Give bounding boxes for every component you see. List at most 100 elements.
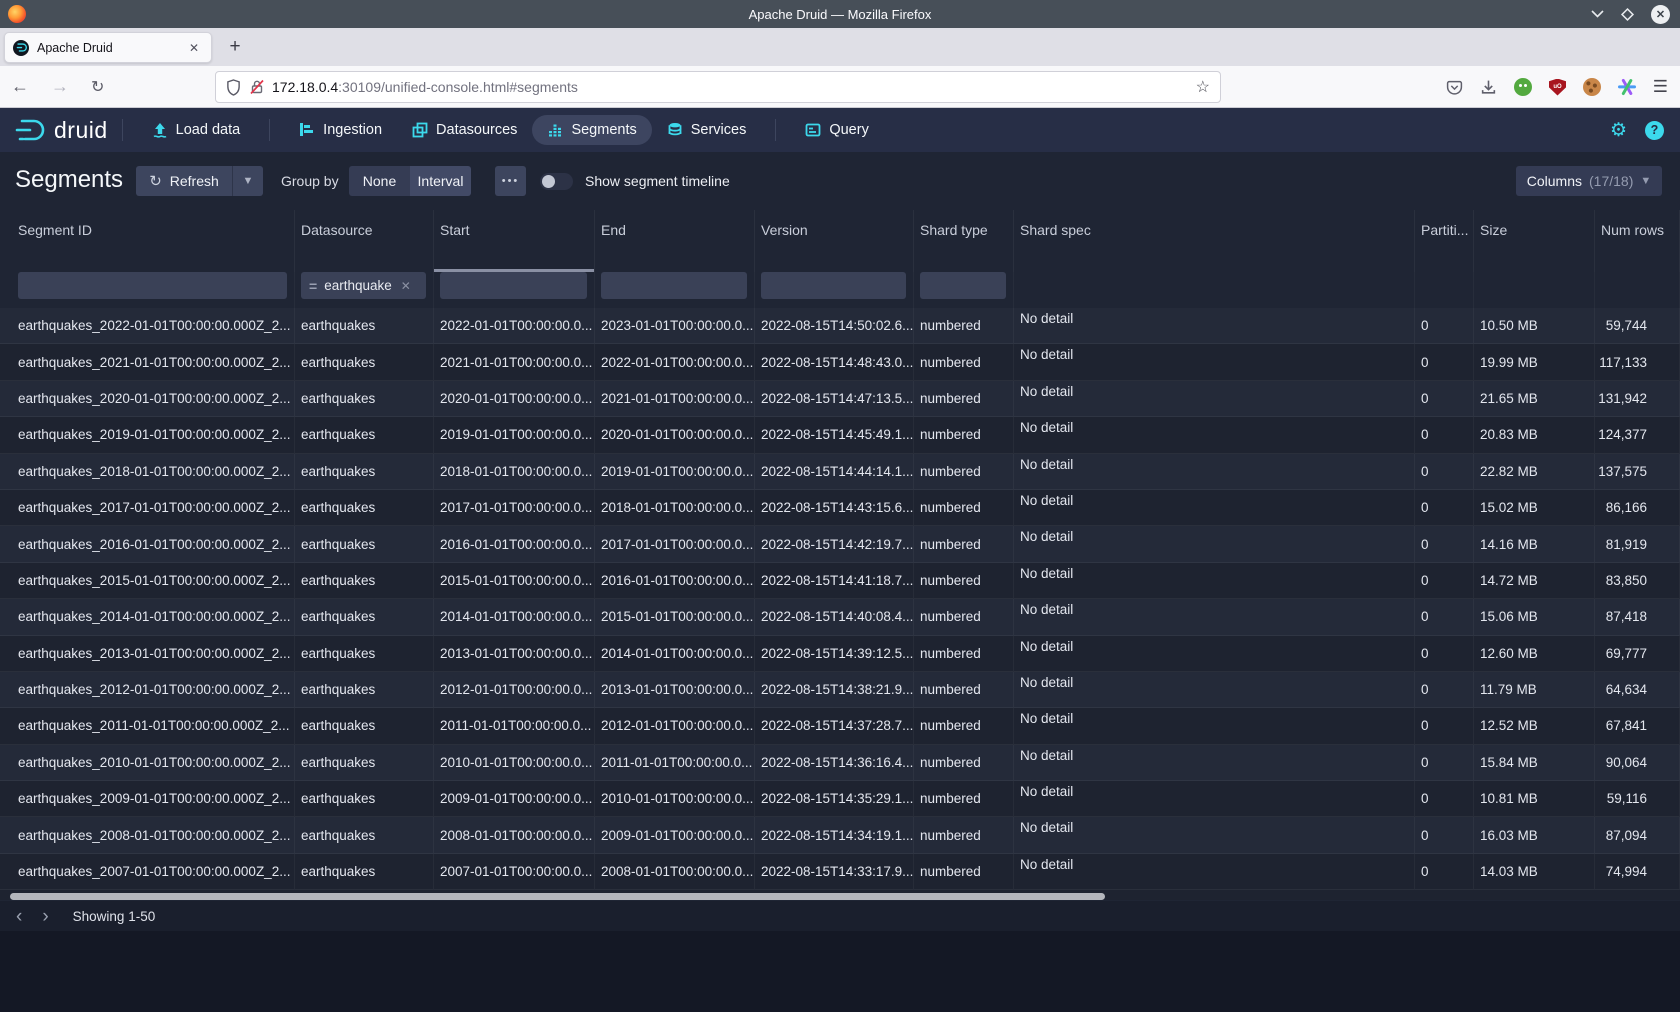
column-header-partition[interactable]: Partiti... bbox=[1415, 210, 1474, 272]
table-row[interactable]: earthquakes_2009-01-01T00:00:00.000Z_2..… bbox=[0, 781, 1680, 817]
tab-apache-druid[interactable]: Apache Druid ✕ bbox=[4, 32, 212, 63]
cell-segment-id: earthquakes_2011-01-01T00:00:00.000Z_2..… bbox=[0, 708, 295, 744]
table-row[interactable]: earthquakes_2011-01-01T00:00:00.000Z_2..… bbox=[0, 708, 1680, 744]
cell-datasource: earthquakes bbox=[295, 417, 434, 453]
nav-item-load-data[interactable]: Load data bbox=[137, 115, 256, 145]
cell-shard-spec: No detail bbox=[1014, 526, 1415, 562]
end-filter-input[interactable] bbox=[601, 272, 747, 299]
privacy-badger-icon[interactable] bbox=[1514, 78, 1532, 96]
segment-timeline-toggle[interactable] bbox=[540, 173, 573, 190]
new-tab-button[interactable]: + bbox=[220, 32, 250, 62]
table-row[interactable]: earthquakes_2007-01-01T00:00:00.000Z_2..… bbox=[0, 854, 1680, 890]
cell-shard-spec: No detail bbox=[1014, 344, 1415, 380]
cell-shard-spec: No detail bbox=[1014, 417, 1415, 453]
version-filter-input[interactable] bbox=[761, 272, 906, 299]
next-page-icon[interactable]: › bbox=[32, 907, 58, 926]
table-row[interactable]: earthquakes_2014-01-01T00:00:00.000Z_2..… bbox=[0, 599, 1680, 635]
bookmark-star-icon[interactable]: ☆ bbox=[1196, 77, 1210, 97]
cell-end: 2012-01-01T00:00:00.0... bbox=[595, 708, 755, 744]
cell-start: 2020-01-01T00:00:00.0... bbox=[434, 381, 595, 417]
back-icon[interactable]: ← bbox=[0, 76, 40, 97]
cell-shard-spec: No detail bbox=[1014, 636, 1415, 672]
refresh-caret-button[interactable]: ▼ bbox=[232, 166, 263, 196]
column-header-version[interactable]: Version bbox=[755, 210, 914, 272]
cell-size: 12.60 MB bbox=[1474, 636, 1595, 672]
browser-toolbar: ← → ↻ 172.18.0.4:30109/unified-console.h… bbox=[0, 66, 1680, 108]
nav-item-query[interactable]: Query bbox=[790, 115, 884, 145]
cell-shard-type: numbered bbox=[914, 599, 1014, 635]
shield-icon[interactable] bbox=[226, 79, 241, 96]
table-row[interactable]: earthquakes_2021-01-01T00:00:00.000Z_2..… bbox=[0, 344, 1680, 380]
table-row[interactable]: earthquakes_2016-01-01T00:00:00.000Z_2..… bbox=[0, 526, 1680, 562]
forward-icon[interactable]: → bbox=[40, 76, 80, 97]
help-icon[interactable]: ? bbox=[1645, 121, 1664, 140]
cell-shard-type: numbered bbox=[914, 708, 1014, 744]
cell-start: 2018-01-01T00:00:00.0... bbox=[434, 454, 595, 490]
columns-button[interactable]: Columns (17/18) ▼ bbox=[1516, 166, 1662, 196]
column-header-shard-type[interactable]: Shard type bbox=[914, 210, 1014, 272]
prev-page-icon[interactable]: ‹ bbox=[6, 907, 32, 926]
datasource-filter-input[interactable]: = earthquake ✕ bbox=[301, 272, 426, 299]
window-close-icon[interactable]: ✕ bbox=[1651, 5, 1670, 24]
nav-item-services[interactable]: Services bbox=[652, 115, 762, 145]
column-header-end[interactable]: End bbox=[595, 210, 755, 272]
shard-type-filter-input[interactable] bbox=[920, 272, 1006, 299]
cell-partition: 0 bbox=[1415, 636, 1474, 672]
window-maximize-icon[interactable] bbox=[1620, 7, 1635, 22]
cell-end: 2009-01-01T00:00:00.0... bbox=[595, 817, 755, 853]
refresh-button[interactable]: ↻ Refresh bbox=[136, 166, 232, 196]
table-row[interactable]: earthquakes_2013-01-01T00:00:00.000Z_2..… bbox=[0, 636, 1680, 672]
tab-strip: Apache Druid ✕ + bbox=[0, 28, 1680, 66]
multi-account-containers-icon[interactable] bbox=[1618, 78, 1636, 96]
remove-filter-icon[interactable]: ✕ bbox=[401, 279, 411, 293]
cell-segment-id: earthquakes_2009-01-01T00:00:00.000Z_2..… bbox=[0, 781, 295, 817]
table-row[interactable]: earthquakes_2020-01-01T00:00:00.000Z_2..… bbox=[0, 381, 1680, 417]
table-row[interactable]: earthquakes_2015-01-01T00:00:00.000Z_2..… bbox=[0, 563, 1680, 599]
table-row[interactable]: earthquakes_2019-01-01T00:00:00.000Z_2..… bbox=[0, 417, 1680, 453]
window-title: Apache Druid — Mozilla Firefox bbox=[0, 7, 1680, 22]
download-icon[interactable] bbox=[1480, 79, 1497, 96]
cell-partition: 0 bbox=[1415, 381, 1474, 417]
segment-timeline-label: Show segment timeline bbox=[585, 173, 730, 189]
table-row[interactable]: earthquakes_2012-01-01T00:00:00.000Z_2..… bbox=[0, 672, 1680, 708]
table-row[interactable]: earthquakes_2010-01-01T00:00:00.000Z_2..… bbox=[0, 745, 1680, 781]
divider bbox=[122, 119, 123, 141]
url-bar[interactable]: 172.18.0.4:30109/unified-console.html#se… bbox=[215, 71, 1221, 103]
hamburger-menu-icon[interactable]: ☰ bbox=[1653, 66, 1668, 108]
group-by-none-button[interactable]: None bbox=[349, 166, 410, 196]
column-header-shard-spec[interactable]: Shard spec bbox=[1014, 210, 1415, 272]
cell-start: 2007-01-01T00:00:00.0... bbox=[434, 854, 595, 890]
ublock-origin-icon[interactable]: uO bbox=[1549, 79, 1566, 96]
table-row[interactable]: earthquakes_2022-01-01T00:00:00.000Z_2..… bbox=[0, 308, 1680, 344]
pocket-icon[interactable] bbox=[1446, 79, 1463, 96]
table-row[interactable]: earthquakes_2017-01-01T00:00:00.000Z_2..… bbox=[0, 490, 1680, 526]
group-by-interval-button[interactable]: Interval bbox=[410, 166, 471, 196]
table-row[interactable]: earthquakes_2008-01-01T00:00:00.000Z_2..… bbox=[0, 817, 1680, 853]
cell-segment-id: earthquakes_2012-01-01T00:00:00.000Z_2..… bbox=[0, 672, 295, 708]
column-header-start[interactable]: Start bbox=[434, 210, 595, 272]
start-filter-input[interactable] bbox=[440, 272, 587, 299]
column-header-num-rows[interactable]: Num rows bbox=[1595, 210, 1680, 272]
cell-shard-spec: No detail bbox=[1014, 817, 1415, 853]
settings-gear-icon[interactable]: ⚙ bbox=[1610, 119, 1627, 142]
services-icon bbox=[667, 122, 683, 138]
column-header-datasource[interactable]: Datasource bbox=[295, 210, 434, 272]
tab-close-icon[interactable]: ✕ bbox=[185, 39, 203, 57]
nav-item-segments[interactable]: Segments bbox=[532, 115, 651, 145]
window-minimize-icon[interactable] bbox=[1591, 10, 1604, 18]
cell-segment-id: earthquakes_2020-01-01T00:00:00.000Z_2..… bbox=[0, 381, 295, 417]
segment-id-filter-input[interactable] bbox=[18, 272, 287, 299]
table-row[interactable]: earthquakes_2018-01-01T00:00:00.000Z_2..… bbox=[0, 454, 1680, 490]
reload-icon[interactable]: ↻ bbox=[80, 77, 115, 97]
cell-size: 11.79 MB bbox=[1474, 672, 1595, 708]
column-header-segment-id[interactable]: Segment ID bbox=[0, 210, 295, 272]
nav-item-datasources[interactable]: Datasources bbox=[397, 115, 532, 145]
more-options-button[interactable]: ••• bbox=[495, 166, 526, 196]
column-header-size[interactable]: Size bbox=[1474, 210, 1595, 272]
insecure-lock-icon[interactable] bbox=[250, 79, 264, 95]
cookie-extension-icon[interactable] bbox=[1583, 78, 1601, 96]
cell-size: 15.02 MB bbox=[1474, 490, 1595, 526]
nav-item-ingestion[interactable]: Ingestion bbox=[284, 115, 397, 145]
druid-logo[interactable]: druid bbox=[14, 117, 108, 144]
horizontal-scrollbar[interactable] bbox=[10, 893, 1105, 900]
